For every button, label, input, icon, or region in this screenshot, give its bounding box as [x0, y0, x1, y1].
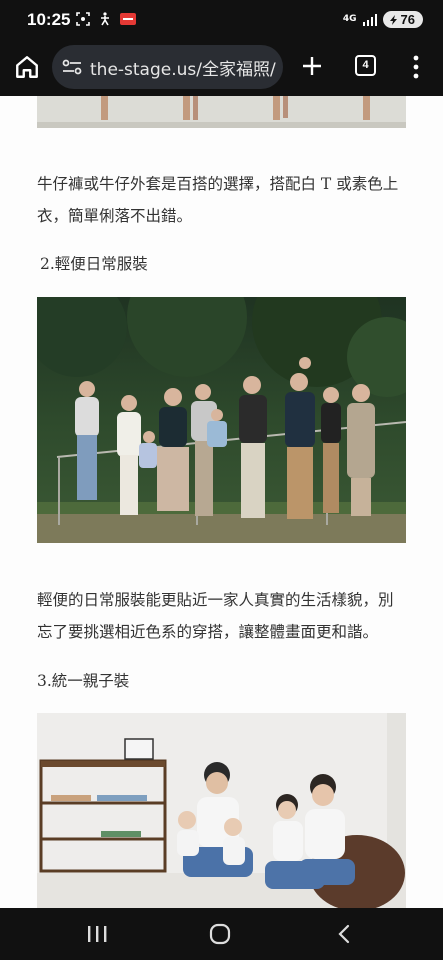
- page-content[interactable]: 牛仔褲或牛仔外套是百搭的選擇，搭配白 T 或素色上衣，簡單俐落不出錯。 2.輕便…: [0, 96, 443, 908]
- tab-switcher-icon[interactable]: 4: [355, 55, 376, 76]
- battery-indicator: 76: [382, 11, 423, 28]
- network-label: 4G: [342, 14, 357, 24]
- hdr-badge-icon: [120, 13, 136, 25]
- signal-icon: [362, 13, 377, 26]
- heading-matching-outfits: 3.統一親子裝: [37, 672, 130, 690]
- status-bar: 10:25 4G 76: [0, 0, 443, 40]
- tab-count: 4: [362, 59, 369, 71]
- accessibility-icon: [101, 12, 109, 26]
- paragraph-casual-wear: 輕便的日常服裝能更貼近一家人真實的生活樣貌，別忘了要挑選相近色系的穿搭，讓整體畫…: [37, 591, 394, 641]
- battery-level: 76: [400, 12, 415, 27]
- status-time: 10:25: [27, 10, 71, 29]
- more-menu-icon[interactable]: [410, 54, 422, 80]
- url-text[interactable]: the-stage.us/全家福照/: [90, 55, 276, 80]
- home-circle-icon[interactable]: [207, 922, 233, 946]
- screenshot-icon: [76, 12, 90, 26]
- home-icon[interactable]: [14, 54, 40, 80]
- paragraph-denim: 牛仔褲或牛仔外套是百搭的選擇，搭配白 T 或素色上衣，簡單俐落不出錯。: [37, 175, 399, 225]
- address-bar[interactable]: the-stage.us/全家福照/: [52, 45, 283, 89]
- back-icon[interactable]: [332, 922, 358, 946]
- article-photo-casual-family: [37, 297, 406, 543]
- site-settings-icon[interactable]: [62, 58, 82, 76]
- article-photo-denim: [37, 96, 406, 128]
- recent-apps-icon[interactable]: [84, 922, 110, 946]
- status-notification-icons: [76, 12, 136, 26]
- new-tab-icon[interactable]: [300, 54, 324, 78]
- system-nav-bar: [0, 908, 443, 960]
- status-system-icons: 4G 76: [343, 11, 423, 28]
- browser-toolbar: the-stage.us/全家福照/ 4: [0, 40, 443, 96]
- heading-casual-wear: 2.輕便日常服裝: [40, 255, 148, 273]
- battery-icon: [389, 14, 397, 25]
- article-photo-matching-family: [37, 713, 406, 908]
